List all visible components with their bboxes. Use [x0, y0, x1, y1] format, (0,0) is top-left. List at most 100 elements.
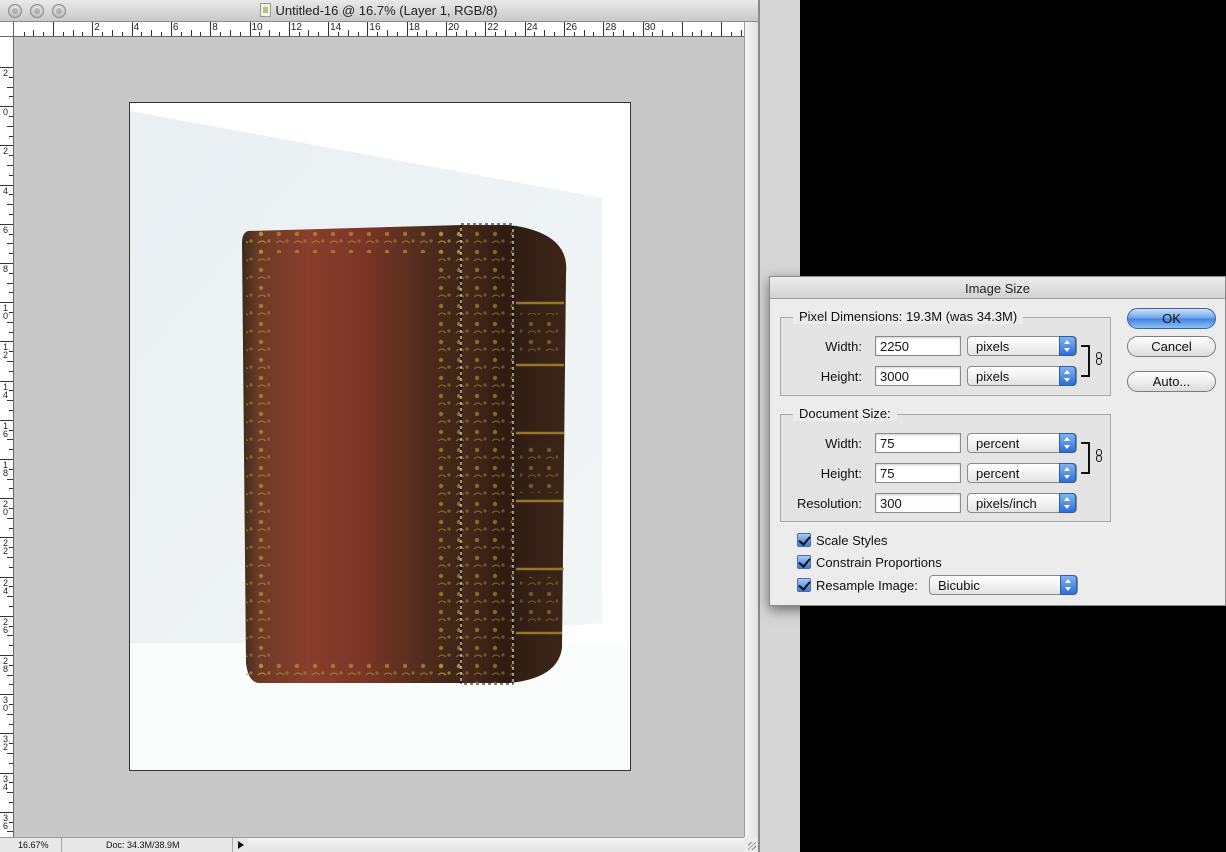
resample-method-select[interactable]: Bicubic — [929, 575, 1078, 595]
book-photo — [130, 111, 630, 770]
ruler-tick — [9, 135, 13, 137]
resolution-label: Resolution: — [796, 496, 862, 511]
ruler-tick — [681, 22, 683, 36]
ruler-label: 22 — [487, 22, 499, 33]
pixel-height-unit: pixels — [976, 369, 1010, 384]
auto-button[interactable]: Auto... — [1127, 371, 1216, 392]
ruler-tick — [7, 165, 13, 166]
scale-styles-checkbox[interactable] — [797, 533, 811, 547]
ruler-label: 2 — [2, 146, 8, 157]
ruler-tick — [170, 22, 172, 36]
pixel-height-input[interactable]: 3000 — [875, 366, 961, 386]
ruler-label: 14 — [330, 22, 342, 33]
constrain-proportions-label: Constrain Proportions — [816, 555, 942, 570]
ruler-label: 36 — [2, 812, 8, 831]
ruler-tick — [622, 30, 624, 36]
ruler-tick — [9, 566, 13, 568]
ruler-label: 18 — [408, 22, 420, 33]
ruler-tick — [72, 30, 74, 36]
ruler-label: 2 — [2, 68, 8, 78]
status-menu-arrow-icon[interactable] — [232, 838, 248, 852]
screen: Untitled-16 @ 16.7% (Layer 1, RGB/8) 2 4 6… — [0, 0, 1226, 852]
doc-size-info: Doc: 34.3M/38.9M — [106, 840, 180, 850]
ruler-tick — [730, 32, 732, 36]
ruler-tick — [9, 684, 13, 686]
ruler-tick — [9, 821, 13, 823]
ruler-tick — [9, 449, 13, 451]
ruler-tick — [9, 547, 13, 549]
ruler-tick — [9, 233, 13, 235]
resolution-unit-select[interactable]: pixels/inch — [967, 493, 1077, 513]
ruler-tick — [632, 32, 634, 36]
popup-arrows-icon — [1059, 336, 1076, 356]
ruler-tick — [92, 22, 94, 36]
popup-arrows-icon — [1059, 433, 1076, 453]
ruler-tick — [357, 32, 359, 36]
ruler-tick — [9, 351, 13, 353]
resolution-input[interactable]: 300 — [875, 493, 961, 513]
popup-arrows-icon — [1060, 575, 1077, 595]
ruler-label: 4 — [133, 22, 140, 33]
pixel-width-input[interactable]: 2250 — [875, 336, 961, 356]
cancel-button[interactable]: Cancel — [1127, 336, 1216, 357]
window-titlebar[interactable]: Untitled-16 @ 16.7% (Layer 1, RGB/8) — [0, 0, 758, 22]
ruler-tick — [721, 22, 723, 36]
ruler-label: 28 — [2, 656, 8, 674]
constrain-proportions-checkbox[interactable] — [797, 555, 811, 569]
pixel-height-unit-select[interactable]: pixels — [967, 366, 1077, 386]
ruler-tick — [504, 30, 506, 36]
ruler-label: 0 — [2, 107, 8, 118]
document-icon — [260, 3, 272, 17]
ruler-label: 12 — [2, 342, 8, 361]
zoom-level-field[interactable]: 16.67% — [0, 838, 62, 852]
ruler-tick — [396, 32, 398, 36]
ruler-tick — [161, 32, 163, 36]
resize-grip[interactable] — [744, 837, 758, 852]
scale-styles-label: Scale Styles — [816, 533, 888, 548]
ruler-tick — [436, 32, 438, 36]
ruler-tick — [7, 674, 13, 676]
horizontal-ruler[interactable]: 2 4 6 8 10 12 14 16 18 20 22 24 26 28 30 — [14, 22, 744, 37]
ruler-label: 10 — [251, 22, 263, 33]
doc-width-unit-select[interactable]: percent — [967, 433, 1077, 453]
vertical-scrollbar[interactable] — [744, 22, 758, 837]
ruler-tick — [544, 30, 546, 36]
ruler-tick — [111, 30, 113, 36]
resample-image-checkbox[interactable] — [797, 578, 811, 592]
ruler-tick — [367, 22, 369, 36]
ruler-label: 20 — [2, 499, 8, 518]
ruler-origin[interactable] — [0, 22, 14, 37]
vertical-ruler[interactable]: 2024681012141618202224262830323436 — [0, 37, 14, 837]
pixel-width-unit-select[interactable]: pixels — [967, 336, 1077, 356]
ruler-tick — [33, 30, 35, 36]
doc-width-input[interactable]: 75 — [875, 433, 961, 453]
ruler-tick — [9, 194, 13, 196]
ruler-tick — [701, 30, 703, 36]
horizontal-scrollbar[interactable] — [248, 837, 744, 852]
ruler-tick — [9, 390, 13, 392]
ruler-tick — [7, 439, 13, 441]
dialog-title[interactable]: Image Size — [770, 277, 1225, 299]
doc-height-unit-select[interactable]: percent — [967, 463, 1077, 483]
ok-button[interactable]: OK — [1127, 308, 1216, 329]
ruler-tick — [121, 32, 123, 36]
doc-height-input[interactable]: 75 — [875, 463, 961, 483]
ruler-tick — [102, 32, 104, 36]
ruler-tick — [9, 704, 13, 705]
ruler-tick — [82, 32, 84, 36]
ruler-tick — [593, 32, 595, 36]
ruler-tick — [711, 32, 713, 36]
ruler-tick — [9, 155, 13, 157]
ruler-tick — [7, 321, 13, 323]
ruler-tick — [9, 586, 13, 588]
doc-height-label: Height: — [820, 466, 862, 481]
ruler-tick — [387, 30, 389, 36]
ruler-label: 6 — [172, 22, 179, 33]
ruler-label: 26 — [565, 22, 578, 33]
window-title: Untitled-16 @ 16.7% (Layer 1, RGB/8) — [275, 3, 498, 18]
document-canvas[interactable] — [129, 102, 631, 771]
ruler-tick — [9, 488, 13, 490]
resolution-unit: pixels/inch — [976, 496, 1037, 511]
ruler-tick — [288, 22, 290, 36]
ruler-tick — [7, 478, 13, 480]
